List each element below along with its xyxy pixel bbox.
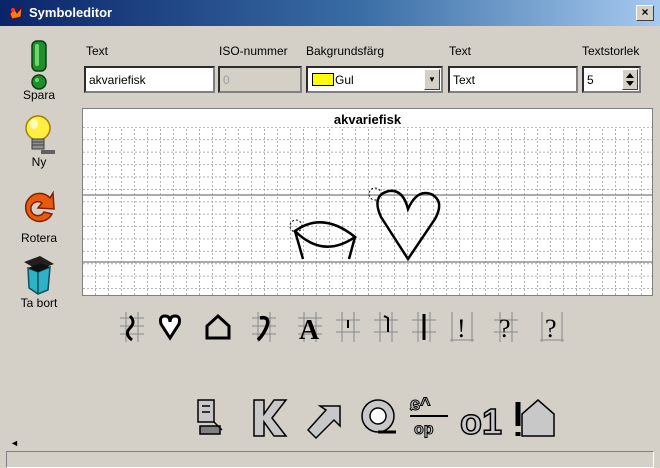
house-shape[interactable] — [205, 313, 231, 340]
text2-input[interactable]: Text — [448, 66, 578, 93]
rotate-label: Rotera — [20, 231, 58, 245]
save-button[interactable]: Spara — [4, 39, 74, 102]
diagonal-arrow-tool[interactable] — [306, 405, 341, 440]
trash-bin-icon — [24, 256, 54, 295]
rotate-button[interactable]: Rotera — [4, 188, 74, 245]
status-bar — [6, 451, 654, 468]
house-exclaim-tool[interactable] — [515, 399, 555, 437]
cross-tick-shape[interactable] — [336, 312, 360, 342]
delete-button[interactable]: Ta bort — [4, 254, 74, 310]
rotate-arrow-icon — [24, 190, 55, 223]
symbol-editor-window: Symboleditor × Spara Ny Rotera Ta bort T… — [0, 0, 660, 468]
align-bottom-tool[interactable] — [197, 399, 223, 435]
text2-label: Text — [449, 44, 472, 58]
color-swatch — [312, 73, 334, 86]
text-label: Text — [86, 44, 109, 58]
mirror-k-tool[interactable] — [253, 399, 288, 437]
iso-label: ISO-nummer — [219, 44, 288, 58]
shape-palette[interactable]: A ! ? ? — [118, 310, 580, 344]
save-label: Spara — [22, 88, 56, 102]
app-icon — [9, 5, 23, 20]
tool-bar[interactable]: ɕ^ op o1 — [190, 390, 590, 442]
svg-text:o1: o1 — [460, 401, 502, 442]
drawn-symbols — [289, 187, 441, 262]
symbol-canvas[interactable]: akvariefisk — [82, 108, 653, 296]
question-shape[interactable]: ? — [540, 312, 564, 343]
exclamation-icon — [31, 40, 47, 90]
lightbulb-icon — [25, 115, 55, 154]
background-color-label: Bakgrundsfärg — [306, 44, 385, 58]
question-box-shape[interactable]: ? — [494, 312, 518, 343]
plus-bar-shape[interactable] — [412, 312, 436, 342]
svg-text:A: A — [299, 315, 320, 344]
heart-shape[interactable] — [159, 314, 181, 341]
hook-shape[interactable] — [252, 312, 276, 342]
spinner-arrows-icon[interactable] — [622, 69, 638, 90]
text-size-value: 5 — [587, 73, 594, 87]
fish-symbol[interactable] — [289, 219, 358, 260]
cross-dot-shape[interactable] — [374, 312, 398, 342]
iso-number-input[interactable]: 0 — [218, 66, 302, 93]
svg-text:ɕ^: ɕ^ — [410, 394, 431, 414]
delete-label: Ta bort — [20, 296, 58, 310]
background-color-select[interactable]: Gul ▼ — [306, 66, 443, 93]
letter-a-shape[interactable]: A — [298, 312, 322, 344]
new-button[interactable]: Ny — [4, 113, 74, 169]
text-input[interactable]: akvariefisk — [84, 66, 215, 93]
scroll-left-icon[interactable]: ◄ — [10, 438, 19, 448]
text-size-spinner[interactable]: 5 — [582, 66, 641, 93]
svg-text:!: ! — [457, 314, 466, 343]
bar-shape[interactable]: ! — [450, 312, 474, 343]
window-title: Symboleditor — [29, 5, 113, 20]
svg-text:op: op — [414, 421, 434, 438]
title-bar[interactable]: Symboleditor × — [0, 0, 660, 26]
circle-tool[interactable] — [361, 399, 396, 434]
flip-top-bottom-tool[interactable]: ɕ^ op — [410, 394, 448, 439]
wave-shape[interactable] — [120, 312, 144, 342]
svg-text:?: ? — [499, 314, 511, 343]
close-button[interactable]: × — [636, 5, 654, 21]
heart-symbol[interactable] — [368, 187, 441, 262]
o1-tool[interactable]: o1 — [459, 400, 503, 442]
text-size-label: Textstorlek — [582, 44, 640, 58]
svg-text:?: ? — [545, 314, 557, 343]
new-label: Ny — [31, 155, 47, 169]
chevron-down-icon[interactable]: ▼ — [424, 69, 440, 90]
background-color-value: Gul — [335, 73, 354, 87]
